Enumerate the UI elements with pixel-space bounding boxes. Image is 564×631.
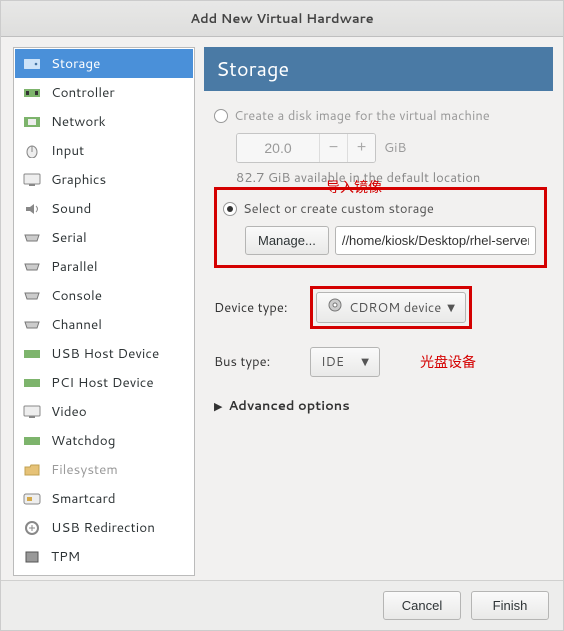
radio-custom-label: Select or create custom storage [243,200,434,218]
storage-icon [23,57,41,71]
radio-custom-storage[interactable]: Select or create custom storage [223,200,536,218]
sidebar-item-label: TPM [51,547,80,566]
content-pane: Storage Create a disk image for the virt… [198,37,563,580]
bus-type-combo[interactable]: IDE ▼ [310,347,380,377]
sidebar-item-input[interactable]: Input [15,136,193,165]
sound-icon [23,202,41,216]
chevron-down-icon: ▼ [447,301,455,315]
hardware-sidebar: Storage Controller Network Input Graphic… [13,47,195,576]
chevron-down-icon: ▼ [361,355,369,369]
sidebar-item-parallel[interactable]: Parallel [15,252,193,281]
sidebar-item-video[interactable]: Video [15,397,193,426]
disk-size-row: − + GiB [236,133,547,163]
sidebar-item-label: Parallel [51,257,98,276]
sidebar-item-console[interactable]: Console [15,281,193,310]
storage-form: Create a disk image for the virtual mach… [204,91,553,415]
sidebar-item-label: Console [51,286,102,305]
highlight-box-device-type: CDROM device ▼ [310,286,472,329]
serial-icon [23,231,41,245]
sidebar-item-label: Channel [51,315,102,334]
disk-unit: GiB [384,139,406,157]
sidebar-item-smartcard[interactable]: Smartcard [15,484,193,513]
radio-create-disk[interactable]: Create a disk image for the virtual mach… [214,107,547,125]
bus-type-label: Bus type: [214,353,300,371]
sidebar-item-network[interactable]: Network [15,107,193,136]
network-icon [23,115,41,129]
available-space: 82.7 GiB available in the default locati… [236,169,547,187]
sidebar-item-serial[interactable]: Serial [15,223,193,252]
smartcard-icon [23,492,41,506]
watchdog-icon [23,434,41,448]
custom-storage-row: Manage... [245,226,536,255]
sidebar-item-controller[interactable]: Controller [15,78,193,107]
main-area: Storage Controller Network Input Graphic… [1,37,563,580]
dialog-footer: Cancel Finish [1,580,563,630]
radio-checked-icon [223,202,237,216]
disk-size-input [237,134,319,162]
cdrom-icon [327,298,343,317]
finish-button[interactable]: Finish [471,591,549,620]
sidebar-item-label: Controller [51,83,115,102]
storage-path-input[interactable] [335,226,536,255]
pci-icon [23,376,41,390]
sidebar-item-label: Watchdog [51,431,115,450]
disk-size-spinner: − + [236,133,376,163]
device-type-value: CDROM device [349,299,441,317]
console-icon [23,289,41,303]
sidebar-item-rng[interactable]: RNG [15,571,193,576]
radio-unchecked-icon [214,109,228,123]
sidebar-item-usb-redir[interactable]: USB Redirection [15,513,193,542]
window-titlebar: Add New Virtual Hardware [1,1,563,37]
sidebar-item-label: Storage [51,54,100,73]
sidebar-item-label: Sound [51,199,91,218]
bus-type-value: IDE [321,353,344,371]
spin-plus: + [347,134,375,162]
manage-button[interactable]: Manage... [245,226,329,255]
usb-redir-icon [23,521,41,535]
channel-icon [23,318,41,332]
sidebar-item-label: PCI Host Device [51,373,154,392]
annotation-cdrom: 光盘设备 [420,352,476,372]
spin-minus: − [319,134,347,162]
tpm-icon [23,550,41,564]
sidebar-item-graphics[interactable]: Graphics [15,165,193,194]
sidebar-item-label: Graphics [51,170,106,189]
controller-icon [23,86,41,100]
sidebar-item-label: Filesystem [51,460,118,479]
device-type-label: Device type: [214,299,300,317]
usb-icon [23,347,41,361]
filesystem-icon [23,463,41,477]
video-icon [23,405,41,419]
sidebar-item-label: Network [51,112,106,131]
device-type-combo[interactable]: CDROM device ▼ [316,292,466,323]
section-header: Storage [204,47,553,91]
sidebar-item-label: Input [51,141,84,160]
triangle-right-icon: ▶ [214,398,222,414]
sidebar-item-label: Smartcard [51,489,116,508]
window-title: Add New Virtual Hardware [190,10,373,28]
sidebar-item-filesystem: Filesystem [15,455,193,484]
sidebar-item-storage[interactable]: Storage [15,49,193,78]
cancel-button[interactable]: Cancel [383,591,461,620]
sidebar-item-label: Video [51,402,87,421]
sidebar-item-sound[interactable]: Sound [15,194,193,223]
sidebar-item-tpm[interactable]: TPM [15,542,193,571]
radio-create-label: Create a disk image for the virtual mach… [234,107,490,125]
advanced-expander[interactable]: ▶ Advanced options [214,397,547,415]
sidebar-item-watchdog[interactable]: Watchdog [15,426,193,455]
input-icon [23,144,41,158]
bus-type-row: Bus type: IDE ▼ 光盘设备 [214,347,547,377]
sidebar-item-label: Serial [51,228,87,247]
sidebar-item-pci-host[interactable]: PCI Host Device [15,368,193,397]
sidebar-item-label: USB Host Device [51,344,159,363]
sidebar-item-channel[interactable]: Channel [15,310,193,339]
parallel-icon [23,260,41,274]
device-type-row: Device type: CDROM device ▼ [214,286,547,329]
sidebar-item-label: USB Redirection [51,518,155,537]
advanced-label: Advanced options [228,397,349,415]
graphics-icon [23,173,41,187]
annotation-import: 导入镜像 [326,177,382,197]
highlight-box-custom-storage: Select or create custom storage Manage..… [214,187,547,268]
sidebar-item-usb-host[interactable]: USB Host Device [15,339,193,368]
